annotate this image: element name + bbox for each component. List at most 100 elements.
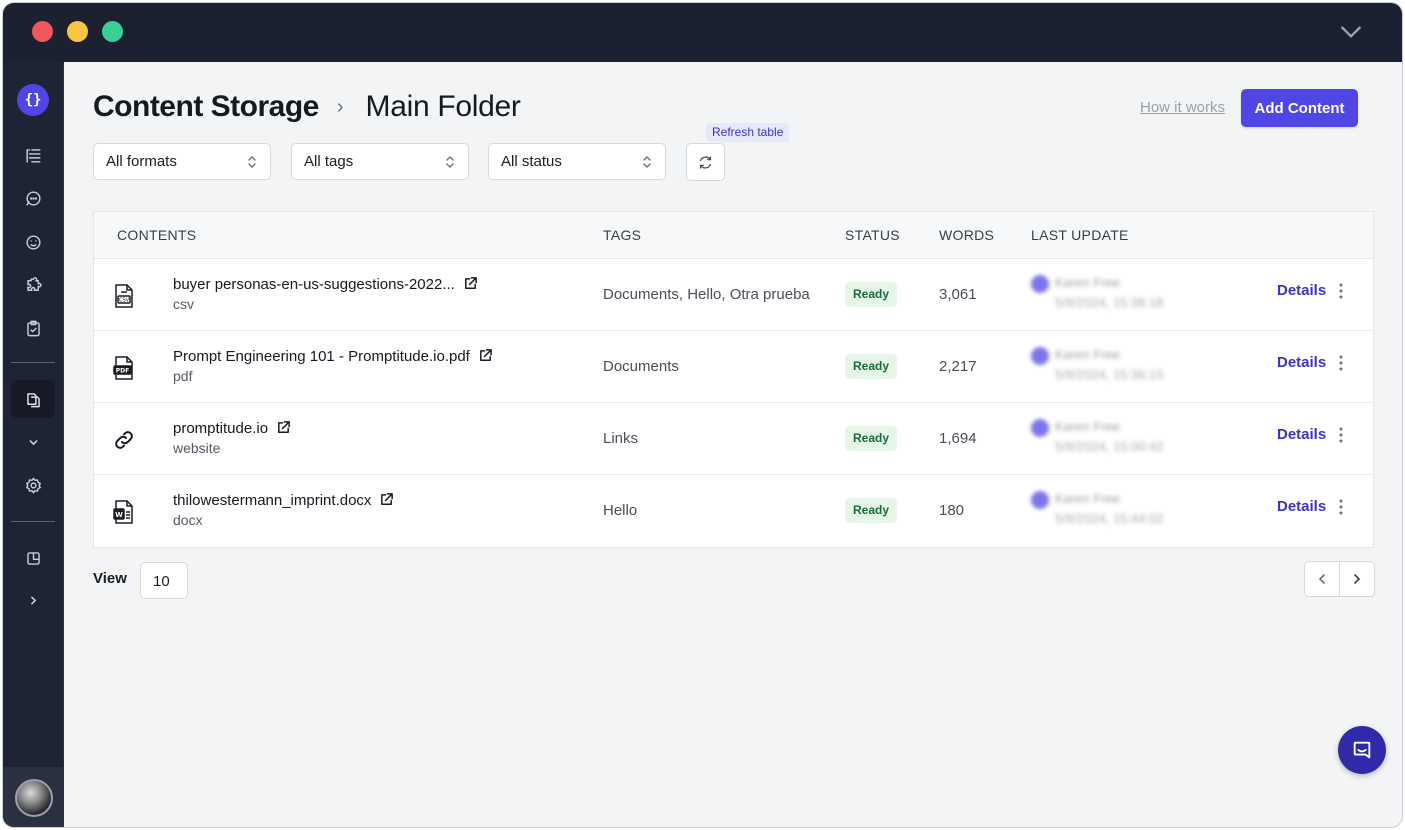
chevron-down-icon[interactable] bbox=[11, 423, 55, 461]
table-row[interactable]: promptitude.io website Links Ready 1,694… bbox=[94, 403, 1373, 475]
main-content: Content Storage › Main Folder How it wor… bbox=[64, 62, 1402, 827]
page-title: Main Folder bbox=[365, 90, 521, 123]
status-badge: Ready bbox=[845, 354, 898, 379]
add-content-button[interactable]: Add Content bbox=[1241, 89, 1358, 127]
table-row[interactable]: PDF Prompt Engineering 101 - Promptitude… bbox=[94, 331, 1373, 403]
more-options-icon[interactable] bbox=[1333, 353, 1349, 373]
chevron-left-icon bbox=[1318, 574, 1325, 584]
settings-gear-icon[interactable] bbox=[11, 466, 55, 504]
maximize-window-button[interactable] bbox=[102, 21, 123, 42]
status-filter-value: All status bbox=[501, 153, 562, 170]
file-type: website bbox=[173, 440, 221, 456]
tags-cell: Documents, Hello, Otra prueba bbox=[603, 286, 810, 303]
file-name[interactable]: thilowestermann_imprint.docx bbox=[173, 492, 394, 509]
select-arrows-icon bbox=[248, 155, 256, 168]
file-name-text[interactable]: Prompt Engineering 101 - Promptitude.io.… bbox=[173, 348, 470, 365]
csv-file-icon: CSV bbox=[115, 284, 133, 308]
details-link[interactable]: Details bbox=[1277, 282, 1326, 299]
chat-nav-icon[interactable] bbox=[11, 179, 55, 217]
more-options-icon[interactable] bbox=[1333, 497, 1349, 517]
status-badge: Ready bbox=[845, 498, 898, 523]
refresh-table-button[interactable] bbox=[686, 143, 725, 181]
user-avatar-area[interactable] bbox=[3, 767, 64, 827]
external-link-icon[interactable] bbox=[276, 420, 291, 435]
updated-at: 5/9/2024, 15:38:18 bbox=[1055, 295, 1164, 310]
assistants-nav-icon[interactable] bbox=[11, 223, 55, 261]
avatar bbox=[1031, 491, 1049, 509]
link-icon bbox=[115, 431, 133, 449]
chevron-down-icon[interactable] bbox=[1338, 19, 1364, 45]
column-header-tags[interactable]: TAGS bbox=[603, 227, 641, 243]
last-update-cell: Karen Free 5/9/2024, 15:36:15 bbox=[1031, 345, 1211, 389]
tags-cell: Hello bbox=[603, 502, 638, 519]
content-table: CONTENTS TAGS STATUS WORDS LAST UPDATE C… bbox=[93, 211, 1374, 548]
file-name[interactable]: promptitude.io bbox=[173, 420, 291, 437]
column-header-contents[interactable]: CONTENTS bbox=[117, 227, 196, 243]
sidebar-divider bbox=[11, 362, 55, 363]
updated-by: Karen Free bbox=[1055, 491, 1121, 506]
details-link[interactable]: Details bbox=[1277, 426, 1326, 443]
support-chat-button[interactable] bbox=[1338, 726, 1386, 774]
close-window-button[interactable] bbox=[32, 21, 53, 42]
last-update-cell: Karen Free 5/9/2024, 15:00:42 bbox=[1031, 417, 1211, 461]
prompts-nav-icon[interactable] bbox=[11, 136, 55, 174]
more-options-icon[interactable] bbox=[1333, 425, 1349, 445]
avatar bbox=[1031, 347, 1049, 365]
details-link[interactable]: Details bbox=[1277, 354, 1326, 371]
updated-at: 5/9/2024, 15:00:42 bbox=[1055, 439, 1164, 454]
more-options-icon[interactable] bbox=[1333, 281, 1349, 301]
avatar bbox=[1031, 419, 1049, 437]
last-update-cell: Karen Free 5/9/2024, 15:44:02 bbox=[1031, 489, 1211, 533]
column-header-status[interactable]: STATUS bbox=[845, 227, 900, 243]
previous-page-button[interactable] bbox=[1305, 562, 1339, 596]
words-cell: 2,217 bbox=[939, 358, 977, 375]
status-badge: Ready bbox=[845, 282, 898, 307]
pdf-file-icon: PDF bbox=[113, 356, 133, 380]
chevron-right-icon[interactable] bbox=[11, 581, 55, 619]
table-row[interactable]: W thilowestermann_imprint.docx docx Hell… bbox=[94, 475, 1373, 547]
external-link-icon[interactable] bbox=[478, 348, 493, 363]
status-filter-select[interactable]: All status bbox=[488, 143, 666, 180]
file-name-text[interactable]: buyer personas-en-us-suggestions-2022... bbox=[173, 276, 455, 293]
tags-filter-select[interactable]: All tags bbox=[291, 143, 469, 180]
updated-at: 5/9/2024, 15:44:02 bbox=[1055, 511, 1164, 526]
layout-panel-icon[interactable] bbox=[11, 539, 55, 577]
minimize-window-button[interactable] bbox=[67, 21, 88, 42]
formats-filter-select[interactable]: All formats bbox=[93, 143, 271, 180]
refresh-icon bbox=[699, 155, 712, 169]
svg-text:W: W bbox=[115, 511, 123, 519]
file-type: csv bbox=[173, 296, 194, 312]
external-link-icon[interactable] bbox=[463, 276, 478, 291]
column-header-words[interactable]: WORDS bbox=[939, 227, 994, 243]
file-type: docx bbox=[173, 512, 203, 528]
breadcrumb-separator-icon: › bbox=[336, 95, 344, 118]
tags-filter-value: All tags bbox=[304, 153, 354, 170]
file-name-text[interactable]: thilowestermann_imprint.docx bbox=[173, 492, 371, 509]
column-header-last-update[interactable]: LAST UPDATE bbox=[1031, 227, 1129, 243]
pagination bbox=[1304, 561, 1375, 597]
updated-by: Karen Free bbox=[1055, 419, 1121, 434]
table-header: CONTENTS TAGS STATUS WORDS LAST UPDATE bbox=[94, 212, 1373, 259]
file-name[interactable]: Prompt Engineering 101 - Promptitude.io.… bbox=[173, 348, 493, 365]
app-window: {} Content Storage › Main Folder How it … bbox=[2, 2, 1403, 828]
formats-filter-value: All formats bbox=[106, 153, 177, 170]
next-page-button[interactable] bbox=[1340, 562, 1374, 596]
svg-text:PDF: PDF bbox=[116, 367, 129, 374]
table-row[interactable]: CSV buyer personas-en-us-suggestions-202… bbox=[94, 259, 1373, 331]
file-name[interactable]: buyer personas-en-us-suggestions-2022... bbox=[173, 276, 478, 293]
how-it-works-link[interactable]: How it works bbox=[1140, 99, 1225, 116]
page-size-input[interactable]: 10 bbox=[140, 562, 188, 599]
title-bar bbox=[3, 3, 1402, 62]
details-link[interactable]: Details bbox=[1277, 498, 1326, 515]
puzzle-icon[interactable] bbox=[11, 266, 55, 304]
file-name-text[interactable]: promptitude.io bbox=[173, 420, 268, 437]
app-logo[interactable]: {} bbox=[17, 84, 49, 116]
clipboard-check-icon[interactable] bbox=[11, 309, 55, 347]
words-cell: 1,694 bbox=[939, 430, 977, 447]
content-storage-nav-icon[interactable] bbox=[11, 380, 55, 418]
breadcrumb: Content Storage › Main Folder bbox=[93, 90, 521, 124]
avatar[interactable] bbox=[14, 779, 53, 817]
external-link-icon[interactable] bbox=[379, 492, 394, 507]
breadcrumb-root[interactable]: Content Storage bbox=[93, 90, 319, 124]
updated-at: 5/9/2024, 15:36:15 bbox=[1055, 367, 1164, 382]
